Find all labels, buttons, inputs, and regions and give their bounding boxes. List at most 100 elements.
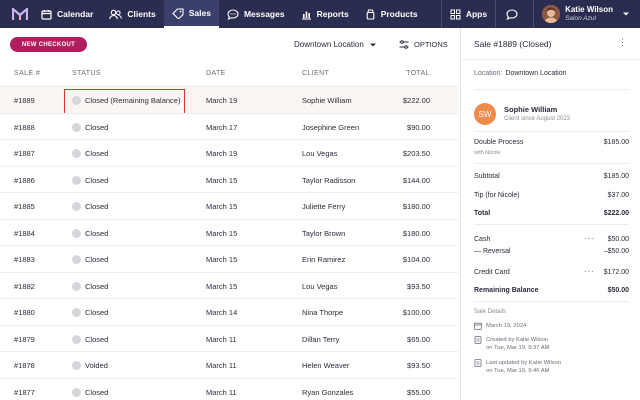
col-client-header[interactable]: CLIENT	[302, 70, 329, 77]
col-sale-header[interactable]: SALE #	[14, 70, 40, 77]
sale-number: #1883	[14, 255, 35, 264]
sale-date: March 19	[206, 149, 238, 158]
service-line: Double Process $185.00	[474, 139, 629, 146]
nav-messages[interactable]: Messages	[219, 0, 293, 28]
nav-products[interactable]: Products	[357, 0, 426, 28]
caret-down-icon	[369, 43, 376, 46]
table-row[interactable]: #1889 Closed (Remaining Balance) March 1…	[0, 86, 458, 114]
sale-date: March 11	[206, 387, 237, 397]
nav-clients[interactable]: Clients	[101, 0, 163, 28]
sale-client: Lou Vegas	[302, 149, 338, 158]
sale-number: #1880	[14, 308, 35, 317]
messages-icon	[227, 8, 239, 20]
sale-status: Closed	[85, 228, 109, 238]
table-row[interactable]: #1885 Closed March 15 Juliette Ferry $18…	[0, 192, 458, 219]
products-icon	[366, 9, 375, 20]
sale-details-label: Sale Details	[474, 309, 507, 315]
table-row[interactable]: #1887 Closed March 19 Lou Vegas $203.50	[0, 139, 458, 166]
nav-products-label: Products	[380, 9, 418, 19]
table-row[interactable]: #1882 Closed March 15 Lou Vegas $93.50	[0, 271, 458, 299]
divider	[474, 224, 629, 225]
sale-total: $203.50	[402, 149, 430, 158]
more-options-icon[interactable]: ⋮	[618, 37, 628, 48]
reports-icon	[301, 11, 311, 20]
total-label: Total	[474, 210, 491, 217]
sale-date: March 11	[206, 334, 237, 344]
calendar-icon	[474, 322, 482, 330]
sale-total: $104.00	[402, 255, 430, 264]
service-price: $185.00	[603, 139, 629, 146]
updated-line1: Last updated by Katie Wilson	[486, 360, 562, 366]
table-row[interactable]: #1886 Closed March 15 Taylor Radisson $1…	[0, 165, 458, 193]
sale-total: $180.00	[402, 202, 430, 211]
sale-client: Taylor Brown	[302, 228, 346, 238]
nav-apps-label: Apps	[465, 9, 488, 19]
tip-line: Tip (for Nicole) $37.00	[474, 192, 629, 199]
calendar-icon	[41, 9, 52, 20]
sale-number: #1878	[14, 361, 35, 370]
sale-client: Helen Weaver	[302, 361, 350, 370]
table-row[interactable]: #1884 Closed March 15 Taylor Brown $180.…	[0, 218, 458, 246]
table-row[interactable]: #1879 Closed March 11 Dillan Terry $65.0…	[0, 324, 458, 352]
sale-number: #1884	[14, 228, 35, 238]
options-button[interactable]: OPTIONS	[399, 40, 448, 49]
divider	[474, 131, 629, 132]
divider	[474, 89, 629, 90]
client-name[interactable]: Sophie William	[504, 105, 557, 114]
nav-sales[interactable]: Sales	[163, 0, 219, 28]
chat-button[interactable]	[496, 0, 533, 28]
user-menu[interactable]: Katie Wilson Salon Azul	[534, 5, 640, 23]
table-row[interactable]: #1883 Closed March 15 Erin Ramirez $104.…	[0, 245, 458, 272]
sale-client: Josephine Green	[302, 122, 360, 132]
sale-client: Nina Thorpe	[302, 308, 344, 317]
app-logo-icon[interactable]	[7, 0, 33, 28]
status-dot	[72, 122, 81, 132]
tip-value: $37.00	[607, 192, 629, 199]
sale-client: Sophie William	[302, 96, 352, 105]
sale-date: March 17	[206, 122, 238, 132]
col-status-header[interactable]: STATUS	[72, 70, 101, 77]
sale-status: Voided	[85, 361, 108, 370]
table-row[interactable]: #1878 Voided March 11 Helen Weaver $93.5…	[0, 351, 458, 378]
sale-number: #1888	[14, 122, 35, 132]
col-date-header[interactable]: DATE	[206, 70, 226, 77]
sale-date: March 11	[206, 361, 237, 370]
sale-status: Closed	[85, 149, 109, 158]
cash-more-icon[interactable]: ···	[584, 234, 595, 243]
panel-header: Sale #1889 (Closed) ⋮	[461, 28, 640, 60]
sale-status: Closed	[85, 202, 109, 211]
subtotal-label: Subtotal	[474, 173, 500, 180]
status-dot	[72, 202, 81, 211]
client-avatar[interactable]: SW	[474, 103, 496, 125]
sale-total: $222.00	[402, 96, 430, 105]
sale-client: Taylor Radisson	[302, 175, 356, 185]
sale-total: $93.50	[407, 281, 430, 291]
sale-total: $100.00	[402, 308, 430, 317]
new-checkout-button[interactable]: NEW CHECKOUT	[10, 37, 87, 52]
created-icon	[474, 336, 482, 344]
service-name: Double Process	[474, 139, 524, 146]
user-name: Katie Wilson	[565, 5, 613, 14]
location-dropdown[interactable]: Downtown Location	[294, 40, 377, 49]
panel-title: Sale #1889 (Closed)	[474, 38, 552, 49]
nav-reports[interactable]: Reports	[293, 0, 357, 28]
col-total-header[interactable]: TOTAL	[406, 70, 430, 77]
sale-date: March 15	[206, 175, 238, 185]
cash-value: $50.00	[607, 236, 629, 243]
card-more-icon[interactable]: ···	[584, 267, 595, 276]
table-row[interactable]: #1880 Closed March 14 Nina Thorpe $100.0…	[0, 298, 458, 325]
panel-location-value: Downtown Location	[505, 70, 567, 77]
card-payment-line: Credit Card ··· $172.00	[474, 267, 629, 276]
panel-location: Location: Downtown Location	[474, 70, 567, 77]
updated-meta: Last updated by Katie Wilson on Tue, Mar…	[474, 359, 561, 375]
table-row[interactable]: #1888 Closed March 17 Josephine Green $9…	[0, 112, 458, 140]
nav-apps[interactable]: Apps	[442, 0, 495, 28]
tip-label: Tip (for Nicole)	[474, 192, 520, 199]
service-staff: with Nicole	[474, 150, 501, 156]
nav-calendar[interactable]: Calendar	[33, 0, 101, 28]
sale-client: Lou Vegas	[302, 281, 338, 291]
table-row[interactable]: #1877 Closed March 11 Ryan Gonzales $55.…	[0, 377, 458, 400]
cash-payment-line: Cash ··· $50.00	[474, 234, 629, 243]
sale-client: Erin Ramirez	[302, 255, 346, 264]
status-dot	[72, 308, 81, 317]
